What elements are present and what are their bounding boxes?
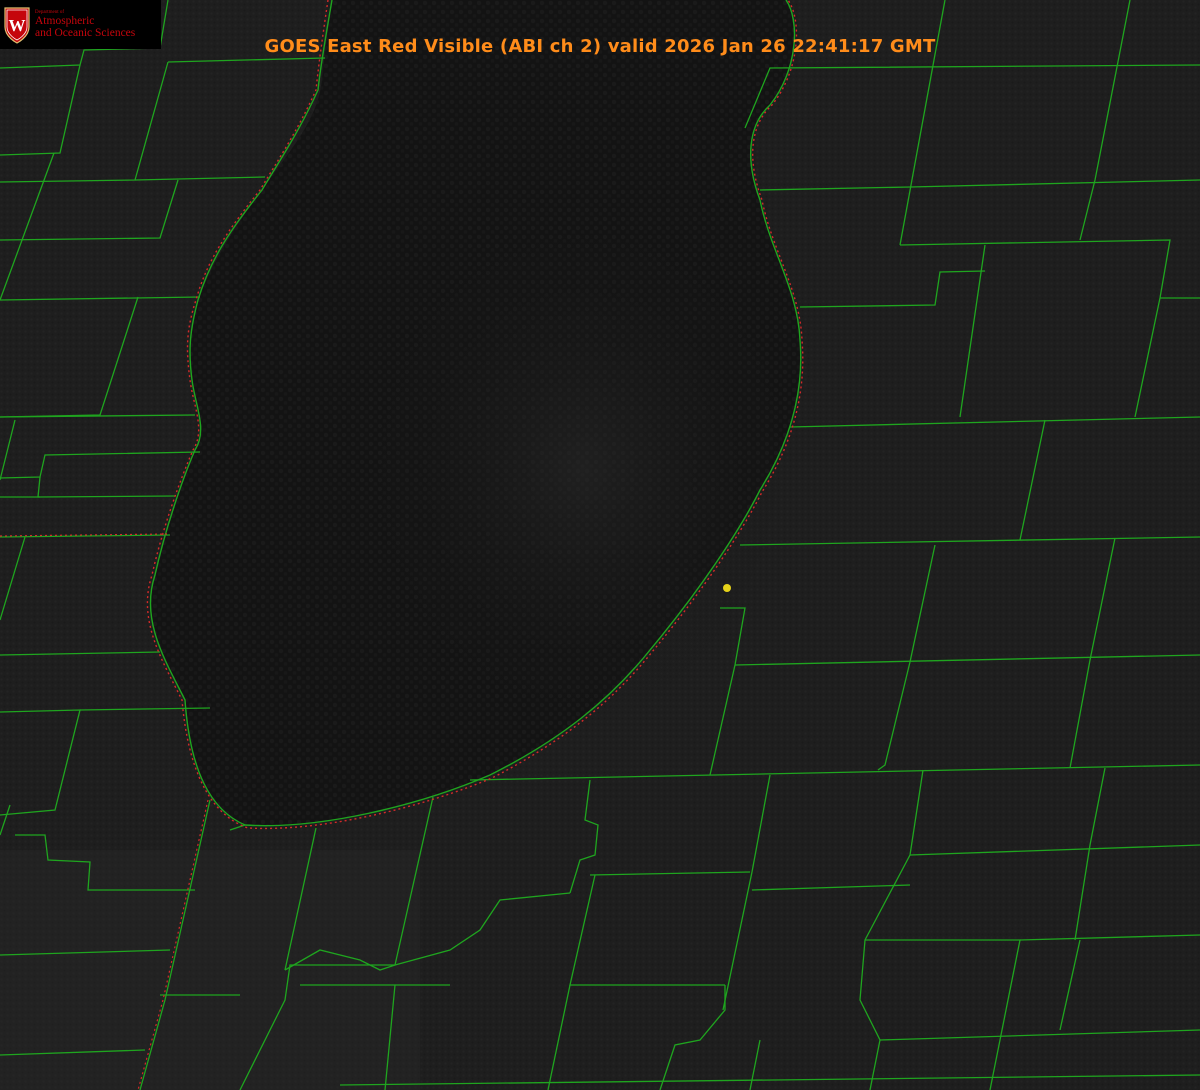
logo-line-1: Atmospheric bbox=[35, 15, 95, 27]
station-marker bbox=[723, 584, 731, 592]
logo-wordmark: Department of Atmospheric and Oceanic Sc… bbox=[35, 10, 135, 39]
lake-cloud-streets bbox=[260, 140, 780, 740]
land-haze-west bbox=[0, 850, 420, 1090]
satellite-map bbox=[0, 0, 1200, 1090]
crest-letter: W bbox=[9, 16, 26, 35]
image-title: GOES East Red Visible (ABI ch 2) valid 2… bbox=[264, 36, 936, 57]
